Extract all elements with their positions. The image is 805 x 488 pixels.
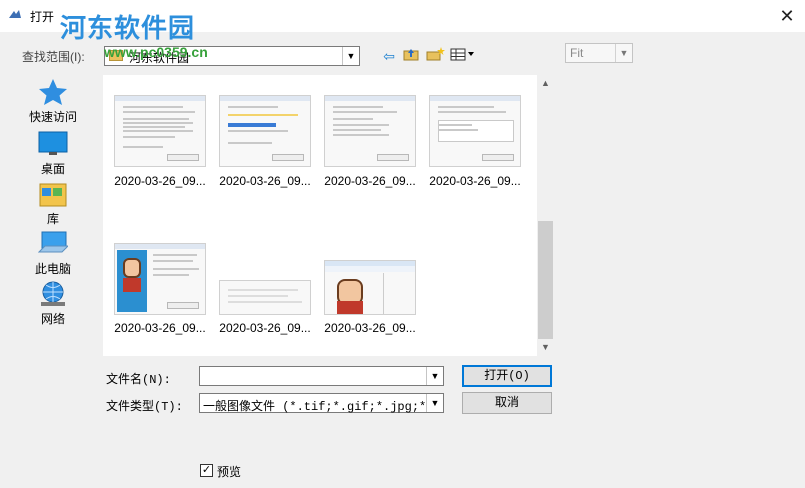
chevron-down-icon[interactable]: ▼ (426, 394, 443, 412)
place-desktop[interactable]: 桌面 (18, 130, 88, 177)
view-menu-button[interactable] (448, 46, 478, 66)
place-this-pc[interactable]: 此电脑 (18, 230, 88, 277)
preview-label: 预览 (217, 465, 242, 479)
file-list[interactable]: 2020-03-26_09... 2020-03-26_09... 2020-0… (103, 75, 537, 356)
chevron-down-icon[interactable]: ▼ (615, 44, 632, 62)
app-icon (8, 8, 22, 20)
filetype-label: 文件类型(T): (106, 400, 183, 414)
file-thumbnail[interactable] (219, 95, 311, 167)
new-folder-button[interactable] (424, 46, 446, 66)
file-name[interactable]: 2020-03-26_09... (318, 321, 422, 335)
file-thumbnail[interactable] (114, 95, 206, 167)
file-thumbnail[interactable] (324, 260, 416, 315)
watermark-url: www.pc0359.cn (104, 44, 208, 60)
cancel-button[interactable]: 取消 (462, 392, 552, 414)
place-quick-access[interactable]: 快速访问 (18, 78, 88, 125)
place-label: 网络 (40, 312, 65, 326)
chevron-down-icon[interactable]: ▼ (342, 47, 359, 65)
preview-checkbox[interactable]: ✓ (200, 464, 213, 477)
watermark-logo: 河东软件园 (60, 14, 196, 44)
file-name[interactable]: 2020-03-26_09... (108, 174, 212, 188)
place-label: 此电脑 (34, 262, 71, 276)
scroll-thumb[interactable] (538, 221, 553, 339)
filename-input[interactable]: ▼ (199, 366, 444, 386)
computer-icon (37, 230, 70, 258)
filetype-value: 一般图像文件 (*.tif;*.gif;*.jpg;*.pcx (203, 400, 425, 414)
filetype-select[interactable]: 一般图像文件 (*.tif;*.gif;*.jpg;*.pcx ▼ (199, 393, 444, 414)
filename-label: 文件名(N): (106, 373, 171, 387)
zoom-value: Fit (570, 46, 584, 60)
file-thumbnail[interactable] (219, 280, 311, 315)
vertical-scrollbar[interactable]: ▲ ▼ (537, 75, 554, 356)
place-label: 快速访问 (28, 110, 77, 124)
file-name[interactable]: 2020-03-26_09... (318, 174, 422, 188)
place-label: 库 (46, 212, 59, 226)
back-button[interactable]: ⇦ (378, 46, 400, 66)
library-icon (38, 180, 68, 208)
close-button[interactable]: ✕ (770, 2, 804, 30)
place-library[interactable]: 库 (18, 180, 88, 227)
lookin-label: 查找范围(I): (22, 50, 85, 64)
place-label: 桌面 (40, 162, 65, 176)
scroll-up-icon[interactable]: ▲ (537, 75, 554, 92)
file-thumbnail[interactable] (429, 95, 521, 167)
star-icon (38, 78, 68, 106)
open-button[interactable]: 打开(O) (462, 365, 552, 387)
place-network[interactable]: 网络 (18, 280, 88, 327)
scroll-down-icon[interactable]: ▼ (537, 339, 554, 356)
file-name[interactable]: 2020-03-26_09... (423, 174, 527, 188)
file-thumbnail[interactable] (324, 95, 416, 167)
network-icon (38, 280, 68, 308)
file-name[interactable]: 2020-03-26_09... (213, 174, 317, 188)
file-thumbnail[interactable] (114, 243, 206, 315)
chevron-down-icon[interactable]: ▼ (426, 367, 443, 385)
file-name[interactable]: 2020-03-26_09... (213, 321, 317, 335)
file-name[interactable]: 2020-03-26_09... (108, 321, 212, 335)
up-folder-button[interactable] (400, 46, 422, 66)
zoom-select[interactable]: Fit ▼ (565, 43, 633, 63)
desktop-icon (38, 130, 68, 158)
window-title: 打开 (30, 10, 55, 24)
